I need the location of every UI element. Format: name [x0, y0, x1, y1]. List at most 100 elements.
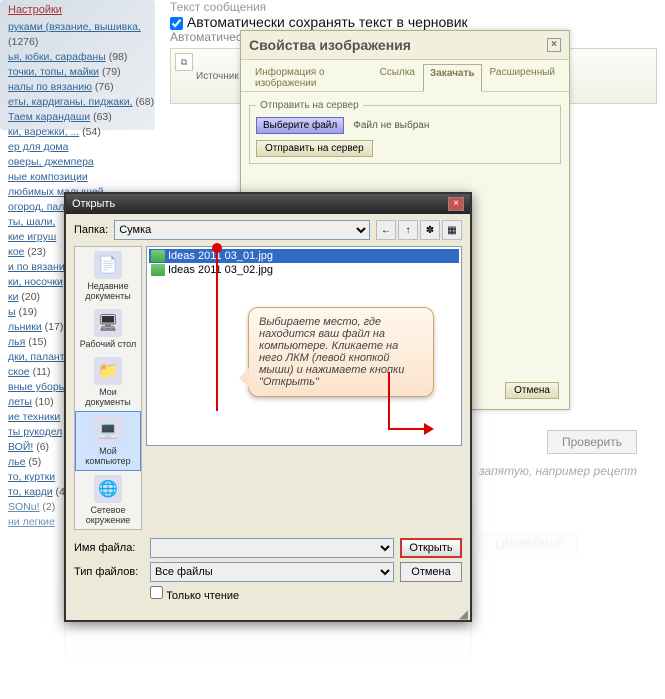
place-item[interactable]: 📄Недавние документы: [75, 247, 141, 305]
place-icon: 🖥: [94, 309, 122, 337]
sidebar-link[interactable]: лье: [8, 456, 25, 468]
sidebar-link[interactable]: ные композиции: [8, 171, 88, 183]
sidebar-link[interactable]: то, карди: [8, 486, 53, 498]
readonly-checkbox[interactable]: [150, 586, 163, 599]
file-item[interactable]: Ideas 2011 03_02.jpg: [149, 263, 459, 277]
sidebar-link[interactable]: ки, носочки: [8, 276, 63, 288]
image-file-icon: [151, 250, 165, 262]
sidebar-count: (79): [99, 66, 121, 78]
sidebar-link[interactable]: ки: [8, 291, 18, 303]
sidebar-link[interactable]: ер для дома: [8, 141, 68, 153]
source-icon[interactable]: ⧉: [175, 53, 193, 71]
place-item[interactable]: 📁Мои документы: [75, 353, 141, 411]
cancel-button[interactable]: Отмена: [400, 562, 462, 582]
sidebar-link[interactable]: ие техники: [8, 411, 60, 423]
place-item[interactable]: 🖥Рабочий стол: [75, 305, 141, 353]
no-file-label: Файл не выбран: [353, 120, 429, 131]
folder-select[interactable]: Сумка: [114, 220, 370, 240]
send-server-button[interactable]: Отправить на сервер: [256, 140, 373, 157]
sidebar-link[interactable]: еты, кардиганы, пиджаки,: [8, 96, 132, 108]
sidebar-link[interactable]: ты, шали,: [8, 216, 55, 228]
sidebar-link[interactable]: лья: [8, 336, 25, 348]
close-icon[interactable]: ×: [547, 38, 561, 52]
sidebar-link[interactable]: руками (вязание, вышивка,: [8, 21, 141, 33]
filetype-select[interactable]: Все файлы: [150, 562, 394, 582]
sidebar-count: (20): [18, 291, 40, 303]
autosave-label: Автоматически сохранять текст в черновик: [187, 14, 468, 30]
place-icon: 💻: [94, 416, 122, 444]
sidebar-count: (6): [33, 441, 49, 453]
choose-file-button[interactable]: Выберите файл: [256, 117, 344, 134]
sidebar-link[interactable]: ВОЙ!: [8, 441, 33, 453]
file-dialog-title: Открыть: [72, 198, 115, 210]
sidebar-link[interactable]: ья, юбки, сарафаны: [8, 51, 106, 63]
open-button[interactable]: Открыть: [400, 538, 462, 558]
up-icon[interactable]: ↑: [398, 220, 418, 240]
verify-button[interactable]: Проверить: [547, 430, 637, 454]
place-icon: 📄: [94, 251, 122, 279]
upload-fieldset: Отправить на сервер Выберите файл Файл н…: [249, 100, 561, 164]
sidebar-count: (1276): [8, 36, 38, 48]
place-icon: 🌐: [94, 475, 122, 503]
instruction-callout: Выбираете место, где находится ваш файл …: [248, 307, 434, 397]
readonly-label: Только чтение: [166, 590, 239, 602]
new-folder-icon[interactable]: ✽: [420, 220, 440, 240]
sidebar-count: (2): [40, 501, 56, 513]
settings-link[interactable]: Настройки: [8, 4, 156, 16]
cancel-button[interactable]: Отмена: [505, 382, 559, 399]
sidebar-count: (54): [79, 126, 101, 138]
sidebar-link[interactable]: льники: [8, 321, 42, 333]
file-item[interactable]: Ideas 2011 03_01.jpg: [149, 249, 459, 263]
sidebar-count: (5): [25, 456, 41, 468]
sidebar-count: (19): [16, 306, 38, 318]
file-open-dialog: Открыть × Папка: Сумка ← ↑ ✽ ▦ 📄Недавние…: [64, 192, 472, 622]
nav-icons: ← ↑ ✽ ▦: [376, 220, 462, 240]
sidebar-link[interactable]: ы: [8, 306, 16, 318]
image-file-icon: [151, 264, 165, 276]
sidebar-link[interactable]: оверы, джемпера: [8, 156, 94, 168]
sidebar-link[interactable]: леты: [8, 396, 32, 408]
filename-label: Имя файла:: [74, 542, 144, 554]
filetype-label: Тип файлов:: [74, 566, 144, 578]
sidebar-count: (63): [90, 111, 112, 123]
sidebar-link[interactable]: налы по вязанию: [8, 81, 92, 93]
tab-upload[interactable]: Закачать: [423, 64, 482, 92]
sidebar-link[interactable]: SONu!: [8, 501, 40, 513]
sidebar-link[interactable]: кое: [8, 246, 24, 258]
sidebar-link[interactable]: то, куртки: [8, 471, 55, 483]
sidebar-link[interactable]: ни легкие: [8, 516, 55, 528]
sidebar-link[interactable]: вные уборы: [8, 381, 66, 393]
place-icon: 📁: [94, 357, 122, 385]
places-bar: 📄Недавние документы🖥Рабочий стол📁Мои док…: [74, 246, 142, 530]
sidebar-link[interactable]: ты рукодел: [8, 426, 62, 438]
source-label[interactable]: Источник: [196, 71, 239, 82]
autosave-checkbox[interactable]: [170, 17, 183, 30]
sidebar-link[interactable]: кие игруш: [8, 231, 56, 243]
tab-info[interactable]: Информация о изображении: [249, 64, 372, 92]
dialog-tabs: Информация о изображении Ссылка Закачать…: [241, 60, 569, 92]
sidebar-link[interactable]: точки, топы, майки: [8, 66, 99, 78]
resize-grip[interactable]: ◢: [66, 610, 470, 620]
folder-label: Папка:: [74, 224, 108, 236]
tab-link[interactable]: Ссылка: [374, 64, 421, 92]
sidebar-link[interactable]: и по вязани: [8, 261, 65, 273]
sidebar-count: (10): [32, 396, 54, 408]
sidebar-count: (23): [24, 246, 46, 258]
sidebar-count: (98): [106, 51, 128, 63]
sidebar-link[interactable]: ское: [8, 366, 30, 378]
sidebar-count: (76): [92, 81, 114, 93]
filename-input[interactable]: [150, 538, 394, 558]
sidebar-count: (11): [30, 366, 51, 378]
sidebar-count: (17): [42, 321, 64, 333]
close-icon[interactable]: ×: [448, 197, 464, 211]
sidebar-link[interactable]: Таем карандаши: [8, 111, 90, 123]
tab-advanced[interactable]: Расширенный: [484, 64, 561, 92]
back-icon[interactable]: ←: [376, 220, 396, 240]
sidebar-link[interactable]: дки, палант: [8, 351, 65, 363]
upload-legend: Отправить на сервер: [256, 100, 363, 111]
dialog-title: Свойства изображения: [249, 37, 411, 53]
place-item[interactable]: 💻Мой компьютер: [75, 411, 141, 471]
place-item[interactable]: 🌐Сетевое окружение: [75, 471, 141, 529]
views-icon[interactable]: ▦: [442, 220, 462, 240]
sidebar-link[interactable]: ки, варежки, ...: [8, 126, 79, 138]
